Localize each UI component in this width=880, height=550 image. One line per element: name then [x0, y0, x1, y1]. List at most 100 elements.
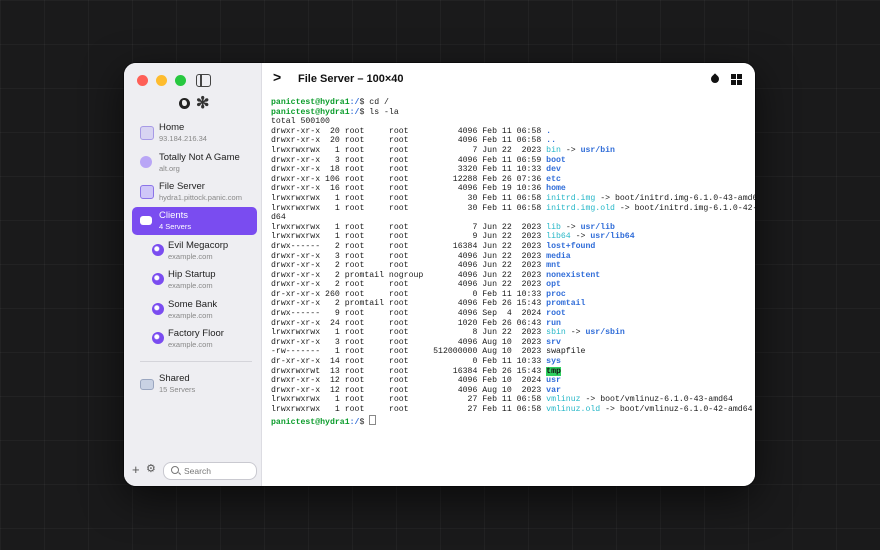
listing-meta: drwxr-xr-x 16 root root 4096 Feb 19 10:3…	[271, 184, 547, 194]
listing-meta: lrwxrwxrwx 1 root root 9 Jun 22 2023	[271, 232, 547, 242]
minimize-button[interactable]	[156, 75, 167, 86]
listing-name: var	[546, 385, 561, 395]
listing-name: mnt	[546, 261, 561, 271]
listing-meta: lrwxrwxrwx 1 root root 27 Feb 11 06:58	[271, 405, 547, 414]
listing-row: lrwxrwxrwx 1 root root 7 Jun 22 2023 bin…	[271, 146, 751, 156]
listing-name: srv	[546, 337, 561, 347]
sidebar-toggle-icon[interactable]	[196, 74, 211, 87]
add-icon[interactable]: +	[132, 462, 140, 477]
prompt-user: panictest@hydra1	[271, 98, 350, 107]
prompt-command: $ cd /	[359, 98, 389, 107]
terminal-icon	[140, 126, 154, 140]
listing-name: dev	[546, 165, 561, 175]
sidebar-item-clients[interactable]: Clients 4 Servers	[132, 207, 257, 235]
listing-meta: drwxrwxrwt 13 root root 16384 Feb 26 15:…	[271, 366, 547, 376]
listing-name: tmp	[546, 366, 561, 376]
prompt-path: :/	[349, 417, 360, 427]
globe-icon[interactable]	[179, 98, 190, 109]
listing-row: lrwxrwxrwx 1 root root 30 Feb 11 06:58 i…	[271, 203, 755, 214]
sidebar-item-subtitle: 15 Servers	[159, 385, 196, 394]
window-title: File Server – 100×40	[298, 73, 404, 85]
listing-row: drwxr-xr-x 3 root root 4096 Jun 22 2023 …	[271, 252, 751, 262]
sidebar-item-title: Some Bank	[168, 299, 218, 310]
listing-meta: drwxr-xr-x 24 root root 1020 Feb 26 06:4…	[271, 318, 547, 328]
listing-name: .	[546, 126, 552, 136]
sidebar-item-factory-floor[interactable]: Factory Floor example.com	[132, 325, 257, 353]
listing-name: lib	[546, 222, 561, 232]
link-target: usr/bin	[580, 145, 615, 155]
link-arrow: ->	[570, 232, 591, 242]
listing-meta: drwx------ 2 root root 16384 Jun 22 2023	[271, 241, 547, 251]
sidebar-item-home[interactable]: Home 93.184.216.34	[132, 119, 257, 147]
listing-name: opt	[546, 280, 561, 290]
listing-meta: drwxr-xr-x 18 root root 3320 Feb 11 10:3…	[271, 165, 547, 175]
app-window: ✻ Home 93.184.216.34 Totally Not A Game …	[124, 63, 755, 486]
drop-icon[interactable]	[709, 73, 721, 85]
sidebar-item-subtitle: 93.184.216.34	[159, 134, 207, 143]
listing-name: sbin	[546, 328, 566, 338]
listing-row: drwxr-xr-x 16 root root 4096 Feb 19 10:3…	[271, 184, 751, 194]
sidebar-item-title: Clients	[159, 210, 189, 221]
sidebar-item-file-server[interactable]: File Server hydra1.pittock.panic.com	[132, 178, 257, 206]
sidebar-item-subtitle: example.com	[168, 340, 213, 349]
prompt-path: :/	[349, 107, 360, 117]
sidebar-item-title: Factory Floor	[168, 328, 224, 339]
search-box[interactable]	[163, 462, 257, 480]
asterisk-icon[interactable]: ✻	[196, 96, 209, 112]
sidebar-item-shared[interactable]: Shared 15 Servers	[132, 370, 257, 398]
listing-meta: d64	[271, 213, 286, 223]
listing-meta: -rw------- 1 root root 512000000 Aug 10 …	[271, 347, 547, 357]
listing-name: vmlinuz.old	[546, 405, 601, 414]
terminal-output[interactable]: panictest@hydra1:/$ cd / panictest@hydra1…	[271, 98, 755, 427]
sidebar-item-totally-not-a-game[interactable]: Totally Not A Game alt.org	[132, 149, 257, 177]
listing-name: home	[546, 184, 566, 194]
search-input[interactable]	[184, 464, 252, 477]
listing-meta: drwxr-xr-x 2 promtail nogroup 4096 Jun 2…	[271, 270, 547, 280]
close-button[interactable]	[137, 75, 148, 86]
link-target: boot/vmlinuz-6.1.0-43-amd64	[600, 395, 733, 405]
link-target: boot/initrd.img-6.1.0-42-am	[634, 203, 755, 213]
listing-name: swapfile	[546, 347, 586, 357]
folder-icon	[140, 216, 152, 225]
sidebar-item-subtitle: hydra1.pittock.panic.com	[159, 193, 242, 202]
server-globe-icon	[152, 244, 164, 256]
listing-name: nonexistent	[546, 270, 601, 280]
link-arrow: ->	[595, 193, 615, 203]
link-arrow: ->	[560, 222, 581, 232]
prompt-line: panictest@hydra1:/$ ls -la	[271, 108, 751, 118]
listing-row: lrwxrwxrwx 1 root root 9 Jun 22 2023 lib…	[271, 232, 751, 242]
listing-meta: drwxr-xr-x 2 promtail root 4096 Feb 26 1…	[271, 299, 547, 309]
gear-icon[interactable]: ⚙	[146, 462, 156, 475]
listing-row: lrwxrwxrwx 1 root root 27 Feb 11 06:58 v…	[271, 395, 751, 405]
listing-row: drwxr-xr-x 106 root root 12288 Feb 26 07…	[271, 175, 751, 185]
prompt-command: $ ls -la	[359, 107, 399, 117]
sidebar-top-icons: ✻	[179, 96, 209, 112]
listing-name: promtail	[546, 299, 586, 309]
grid-icon[interactable]	[731, 74, 742, 85]
listing-row: -rw------- 1 root root 512000000 Aug 10 …	[271, 347, 751, 357]
listing-meta: drwxr-xr-x 3 root root 4096 Aug 10 2023	[271, 337, 547, 347]
folder-icon	[140, 379, 154, 390]
window-controls	[137, 75, 186, 86]
prompt-line: panictest@hydra1:/$	[271, 414, 751, 427]
listing-row: drwxr-xr-x 3 root root 4096 Aug 10 2023 …	[271, 338, 751, 348]
sidebar: ✻ Home 93.184.216.34 Totally Not A Game …	[124, 63, 262, 486]
sidebar-item-evil-megacorp[interactable]: Evil Megacorp example.com	[132, 237, 257, 265]
sidebar-item-some-bank[interactable]: Some Bank example.com	[132, 296, 257, 324]
listing-meta: lrwxrwxrwx 1 root root 30 Feb 11 06:58	[271, 193, 547, 203]
listing-name: usr	[546, 376, 561, 386]
total-text: total 500100	[271, 117, 330, 127]
sidebar-item-hip-startup[interactable]: Hip Startup example.com	[132, 266, 257, 294]
listing-meta: drwxr-xr-x 12 root root 4096 Aug 10 2023	[271, 385, 547, 395]
prompt-line: panictest@hydra1:/$ cd /	[271, 98, 751, 108]
link-arrow: ->	[614, 203, 635, 213]
terminal-pane[interactable]: > File Server – 100×40 panictest@hydra1:…	[262, 63, 755, 486]
server-globe-icon	[152, 332, 164, 344]
listing-row: drwxr-xr-x 18 root root 3320 Feb 11 10:3…	[271, 165, 751, 175]
listing-row: drwxr-xr-x 20 root root 4096 Feb 11 06:5…	[271, 127, 751, 137]
link-arrow: ->	[560, 145, 581, 155]
listing-row: drwxr-xr-x 24 root root 1020 Feb 26 06:4…	[271, 319, 751, 329]
listing-row: drwxrwxrwt 13 root root 16384 Feb 26 15:…	[271, 366, 751, 377]
listing-meta: lrwxrwxrwx 1 root root 7 Jun 22 2023	[271, 145, 547, 155]
zoom-button[interactable]	[175, 75, 186, 86]
